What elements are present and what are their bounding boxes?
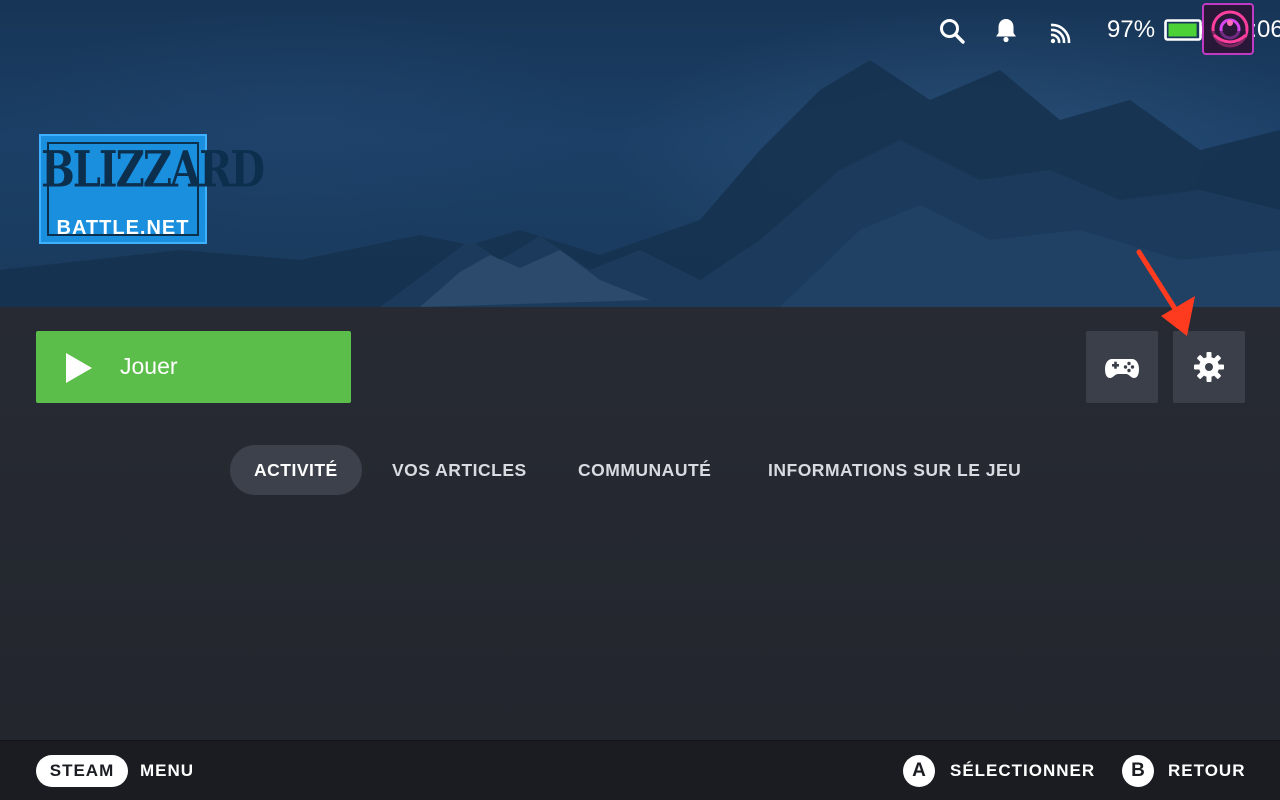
gear-icon (1194, 352, 1224, 382)
status-bar: 97% 5:06 PM (720, 0, 1280, 60)
tab-community[interactable]: COMMUNAUTÉ (578, 445, 711, 495)
play-button-label: Jouer (120, 353, 178, 379)
search-icon[interactable] (938, 17, 966, 45)
select-label: SÉLECTIONNER (950, 761, 1096, 780)
blizzard-battlenet-logo: BLIZZARD BATTLE.NET (39, 134, 265, 244)
play-button[interactable]: Jouer (36, 331, 351, 403)
game-page: BLIZZARD BATTLE.NET 97% 5:06 PM (0, 0, 1280, 800)
battery-percentage: 97% (1107, 16, 1156, 43)
notification-bell-icon[interactable] (992, 16, 1020, 44)
menu-label: MENU (140, 761, 195, 780)
back-label: RETOUR (1168, 761, 1246, 780)
b-button-icon[interactable]: B (1122, 755, 1154, 787)
gamepad-icon (1105, 359, 1139, 378)
wifi-icon[interactable] (1048, 17, 1076, 45)
user-avatar[interactable] (1202, 3, 1254, 55)
a-button-icon[interactable]: A (903, 755, 935, 787)
play-icon (66, 353, 92, 383)
tab-activity[interactable]: ACTIVITÉ (230, 445, 362, 495)
battery-icon (1164, 19, 1205, 41)
tab-your-items[interactable]: VOS ARTICLES (392, 445, 527, 495)
logo-subtitle: BATTLE.NET (56, 217, 190, 239)
tab-game-info[interactable]: INFORMATIONS SUR LE JEU (768, 445, 1021, 495)
logo-title: BLIZZARD (41, 140, 265, 199)
avatar-image (1204, 5, 1252, 53)
footer-bar: STEAM MENU A SÉLECTIONNER B RETOUR (0, 740, 1280, 800)
annotation-arrow (1136, 249, 1195, 336)
steam-button[interactable]: STEAM (36, 755, 128, 787)
